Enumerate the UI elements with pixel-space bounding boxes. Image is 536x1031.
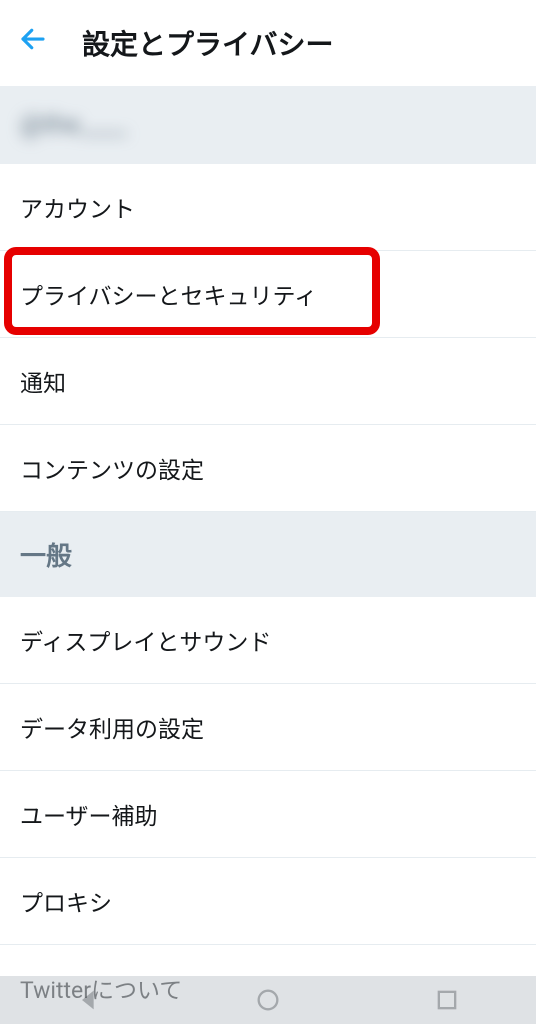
settings-item-data-usage[interactable]: データ利用の設定 (0, 684, 536, 771)
username-label: @the____ (20, 110, 516, 140)
general-section-label: 一般 (20, 536, 516, 573)
settings-item-display-sound[interactable]: ディスプレイとサウンド (0, 597, 536, 684)
nav-back-icon[interactable] (73, 984, 105, 1016)
page-title: 設定とプライバシー (82, 23, 333, 63)
general-section-header: 一般 (0, 512, 536, 597)
settings-item-proxy[interactable]: プロキシ (0, 858, 536, 945)
settings-item-notifications[interactable]: 通知 (0, 338, 536, 425)
header: 設定とプライバシー (0, 0, 536, 86)
settings-item-accessibility[interactable]: ユーザー補助 (0, 771, 536, 858)
settings-item-account[interactable]: アカウント (0, 164, 536, 251)
back-arrow-icon[interactable] (18, 24, 48, 62)
settings-item-content-settings[interactable]: コンテンツの設定 (0, 425, 536, 512)
account-section-header: @the____ (0, 86, 536, 164)
highlight-wrapper: プライバシーとセキュリティ (0, 251, 536, 338)
nav-recent-icon[interactable] (431, 984, 463, 1016)
android-nav-bar (0, 976, 536, 1024)
settings-item-privacy-security[interactable]: プライバシーとセキュリティ (0, 251, 536, 338)
nav-home-icon[interactable] (252, 984, 284, 1016)
